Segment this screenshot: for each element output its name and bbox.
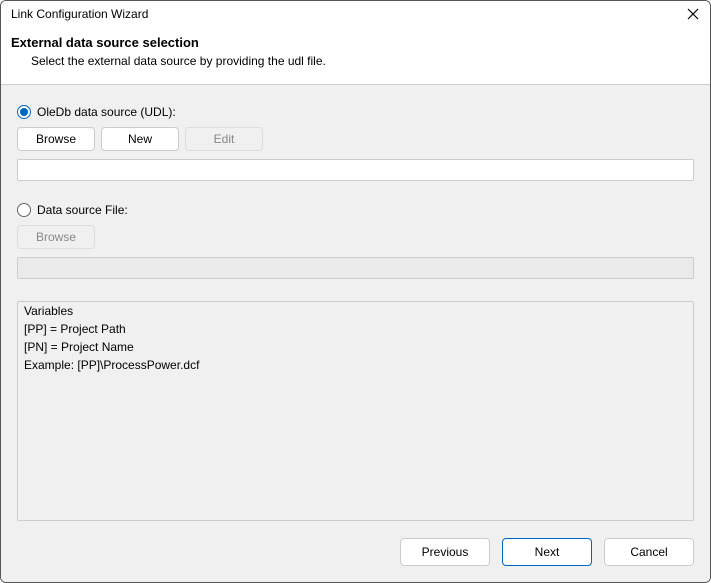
file-button-row: Browse [17,225,694,249]
udl-browse-button[interactable]: Browse [17,127,95,151]
variable-line: [PN] = Project Name [24,338,687,356]
variable-line: [PP] = Project Path [24,320,687,338]
wizard-window: Link Configuration Wizard External data … [0,0,711,583]
file-browse-button: Browse [17,225,95,249]
radio-file[interactable] [17,203,31,217]
header-subtitle: Select the external data source by provi… [31,54,700,68]
wizard-body: OleDb data source (UDL): Browse New Edit… [1,85,710,524]
variables-box: Variables [PP] = Project Path [PN] = Pro… [17,301,694,521]
titlebar: Link Configuration Wizard [1,1,710,27]
radio-oledb-row[interactable]: OleDb data source (UDL): [17,105,694,119]
wizard-footer: Previous Next Cancel [1,524,710,582]
radio-file-row[interactable]: Data source File: [17,203,694,217]
file-path-input [17,257,694,279]
previous-button[interactable]: Previous [400,538,490,566]
header-title: External data source selection [11,35,700,50]
radio-oledb-label: OleDb data source (UDL): [37,105,176,119]
radio-oledb[interactable] [17,105,31,119]
udl-new-button[interactable]: New [101,127,179,151]
udl-path-input[interactable] [17,159,694,181]
udl-edit-button: Edit [185,127,263,151]
radio-file-label: Data source File: [37,203,128,217]
wizard-header: External data source selection Select th… [1,27,710,85]
close-icon[interactable] [686,7,700,21]
udl-button-row: Browse New Edit [17,127,694,151]
variable-line: Example: [PP]\ProcessPower.dcf [24,356,687,374]
cancel-button[interactable]: Cancel [604,538,694,566]
variables-title: Variables [24,304,687,318]
window-title: Link Configuration Wizard [11,7,148,21]
next-button[interactable]: Next [502,538,592,566]
